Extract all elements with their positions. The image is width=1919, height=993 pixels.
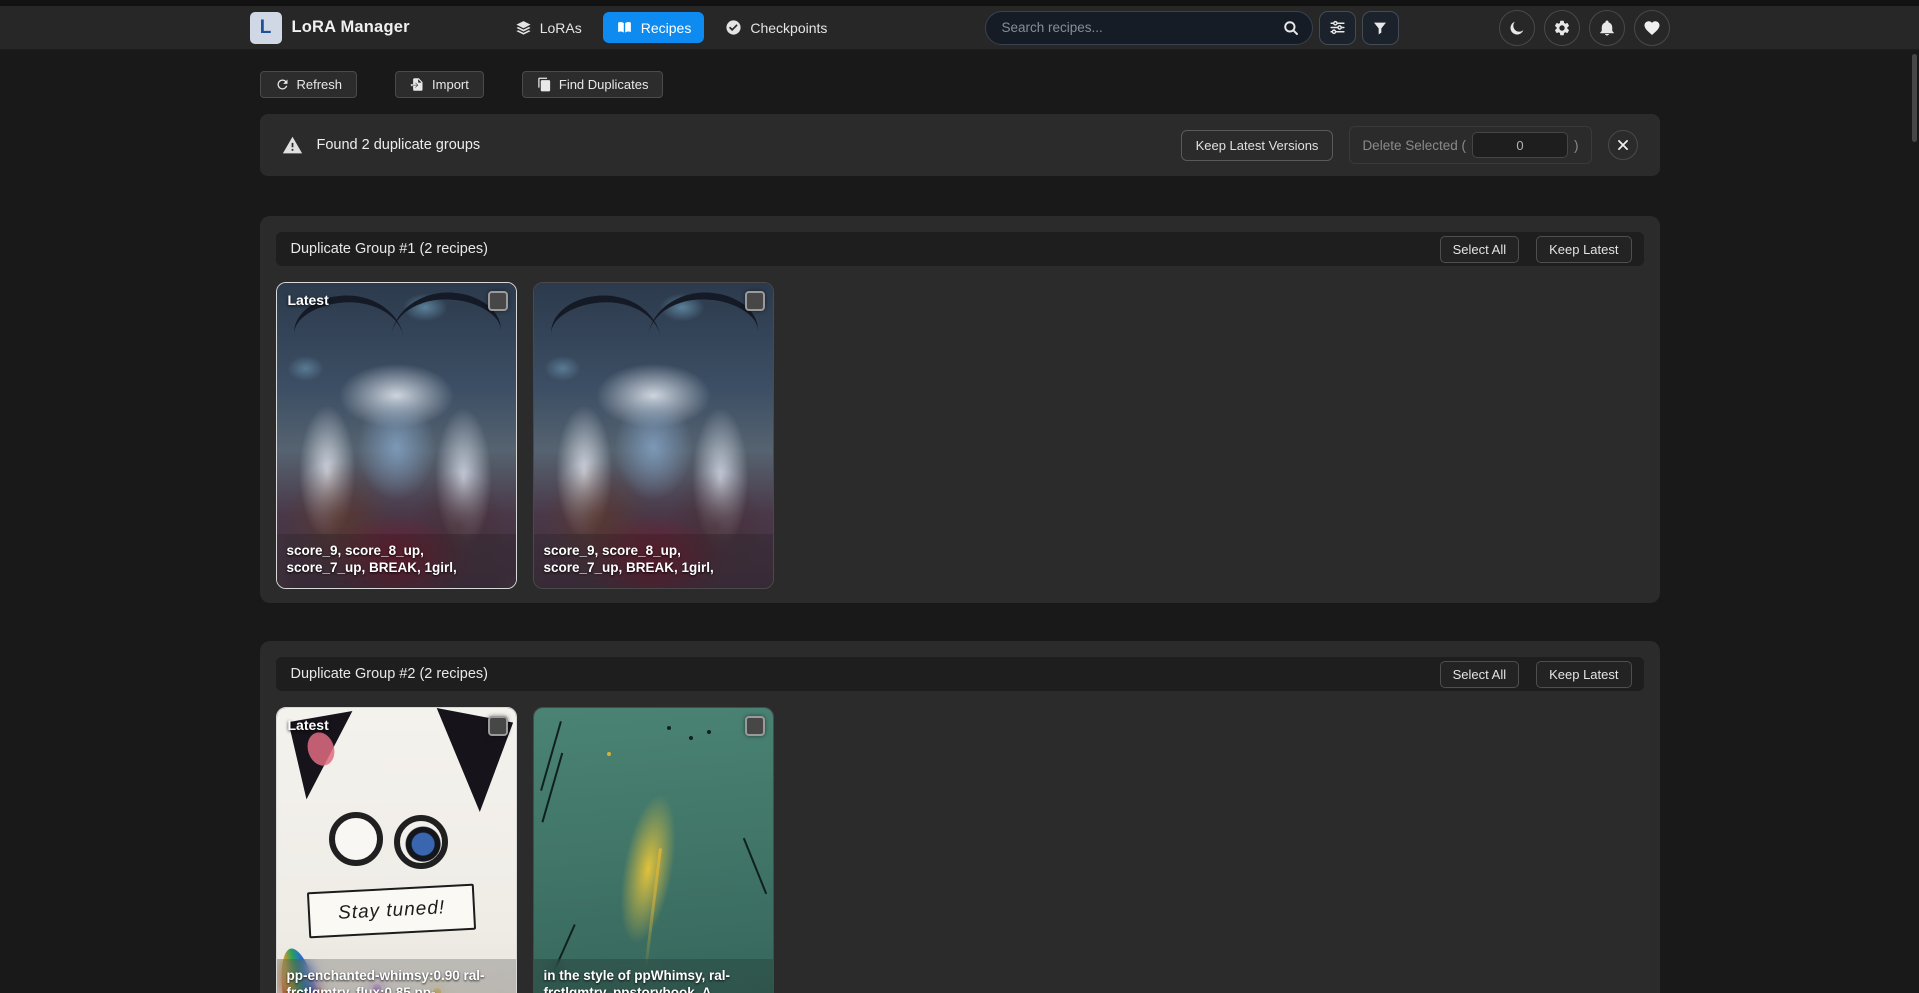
artwork-detail <box>329 812 383 866</box>
app-title: LoRA Manager <box>292 18 410 37</box>
keep-latest-button[interactable]: Keep Latest <box>1536 236 1631 263</box>
delete-selected-prefix: Delete Selected ( <box>1362 138 1466 153</box>
sliders-icon <box>1329 19 1346 36</box>
card-caption: pp-enchanted-whimsy:0.90 ral-frctlgmtry,… <box>277 959 516 993</box>
nav-tab-label: Recipes <box>641 20 692 36</box>
artwork-detail <box>743 838 767 894</box>
moon-icon <box>1508 19 1526 37</box>
keep-latest-versions-button[interactable]: Keep Latest Versions <box>1181 130 1334 161</box>
duplicates-banner: Found 2 duplicate groups Keep Latest Ver… <box>260 114 1660 176</box>
refresh-button[interactable]: Refresh <box>260 71 358 98</box>
card-checkbox[interactable] <box>745 716 765 736</box>
layers-icon <box>515 19 532 36</box>
recipe-card[interactable]: Stay tuned! Latest pp-enchanted-whimsy:0… <box>276 707 517 993</box>
artwork-detail <box>540 721 562 791</box>
warning-icon <box>282 135 303 156</box>
nav-tab-recipes[interactable]: Recipes <box>603 12 705 43</box>
find-duplicates-button[interactable]: Find Duplicates <box>522 71 664 98</box>
card-checkbox[interactable] <box>488 716 508 736</box>
search-box <box>985 11 1313 45</box>
navbar: L LoRA Manager LoRAs Recipes Checkpoin <box>0 6 1919 50</box>
latest-badge: Latest <box>288 717 329 733</box>
banner-message: Found 2 duplicate groups <box>317 137 481 153</box>
card-caption: in the style of ppWhimsy, ral-frctlgmtry… <box>534 959 773 993</box>
sliders-button[interactable] <box>1319 11 1356 45</box>
refresh-label: Refresh <box>297 77 343 92</box>
scrollbar-thumb[interactable] <box>1912 54 1917 142</box>
import-icon <box>410 77 425 92</box>
nav-tab-loras[interactable]: LoRAs <box>502 12 595 43</box>
keep-latest-button[interactable]: Keep Latest <box>1536 661 1631 688</box>
main-nav: LoRAs Recipes Checkpoints <box>502 12 841 43</box>
artwork-detail <box>547 288 661 354</box>
app-brand[interactable]: L LoRA Manager <box>250 12 410 44</box>
settings-button[interactable] <box>1544 10 1580 46</box>
recipe-image: Stay tuned! <box>277 708 516 993</box>
copy-icon <box>537 77 552 92</box>
favorites-button[interactable] <box>1634 10 1670 46</box>
nav-tab-label: Checkpoints <box>750 20 827 36</box>
heart-icon <box>1643 19 1661 37</box>
group-title: Duplicate Group #2 (2 recipes) <box>291 666 488 682</box>
recipe-card[interactable]: in the style of ppWhimsy, ral-frctlgmtry… <box>533 707 774 993</box>
bell-icon <box>1598 19 1616 37</box>
artwork-detail <box>394 815 448 869</box>
find-duplicates-label: Find Duplicates <box>559 77 649 92</box>
artwork-detail <box>667 726 671 730</box>
select-all-button[interactable]: Select All <box>1440 236 1519 263</box>
import-label: Import <box>432 77 469 92</box>
toolbar: Refresh Import Find Duplicates <box>260 71 1660 98</box>
delete-count-input[interactable] <box>1472 132 1568 158</box>
search-input[interactable] <box>1002 20 1282 35</box>
duplicate-group-2: Duplicate Group #2 (2 recipes) Select Al… <box>260 641 1660 993</box>
filter-icon <box>1372 20 1388 36</box>
close-icon <box>1616 138 1630 152</box>
open-book-icon <box>616 19 633 36</box>
refresh-icon <box>275 77 290 92</box>
delete-selected-suffix: ) <box>1574 138 1579 153</box>
select-all-button[interactable]: Select All <box>1440 661 1519 688</box>
app-logo: L <box>250 12 282 44</box>
notifications-button[interactable] <box>1589 10 1625 46</box>
card-caption: score_9, score_8_up, score_7_up, BREAK, … <box>277 534 516 588</box>
gear-icon <box>1553 19 1571 37</box>
group-header: Duplicate Group #2 (2 recipes) Select Al… <box>276 657 1644 691</box>
import-button[interactable]: Import <box>395 71 484 98</box>
nav-tab-checkpoints[interactable]: Checkpoints <box>712 12 840 43</box>
recipe-card[interactable]: Latest score_9, score_8_up, score_7_up, … <box>276 282 517 589</box>
card-checkbox[interactable] <box>745 291 765 311</box>
group-cards: Latest score_9, score_8_up, score_7_up, … <box>276 282 1644 589</box>
delete-selected-button[interactable]: Delete Selected ( ) <box>1349 126 1591 164</box>
group-title: Duplicate Group #1 (2 recipes) <box>291 241 488 257</box>
duplicate-group-1: Duplicate Group #1 (2 recipes) Select Al… <box>260 216 1660 603</box>
card-caption: score_9, score_8_up, score_7_up, BREAK, … <box>534 534 773 588</box>
recipe-image <box>534 708 773 993</box>
banner-close-button[interactable] <box>1608 130 1638 160</box>
group-header: Duplicate Group #1 (2 recipes) Select Al… <box>276 232 1644 266</box>
nav-tab-label: LoRAs <box>540 20 582 36</box>
latest-badge: Latest <box>288 292 329 308</box>
theme-toggle-button[interactable] <box>1499 10 1535 46</box>
recipe-card[interactable]: score_9, score_8_up, score_7_up, BREAK, … <box>533 282 774 589</box>
card-checkbox[interactable] <box>488 291 508 311</box>
search-icon[interactable] <box>1282 19 1300 37</box>
main-content: Refresh Import Find Duplicates Found 2 d… <box>260 71 1660 993</box>
group-cards: Stay tuned! Latest pp-enchanted-whimsy:0… <box>276 707 1644 993</box>
artwork-sign-text: Stay tuned! <box>306 884 475 938</box>
check-circle-icon <box>725 19 742 36</box>
filter-button[interactable] <box>1362 11 1399 45</box>
